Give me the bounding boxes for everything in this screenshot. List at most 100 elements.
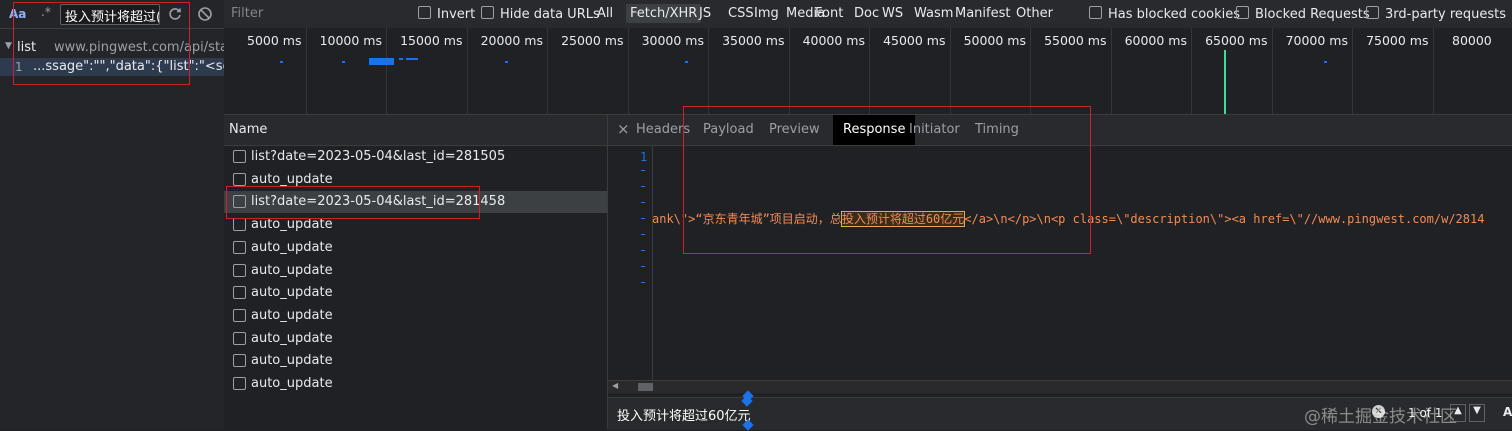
close-detail-icon[interactable]: ×: [617, 120, 630, 138]
request-type-icon: [233, 354, 246, 368]
filter-type-all[interactable]: All: [597, 6, 613, 21]
request-name: auto_update: [251, 307, 333, 323]
blocked-requests-checkbox[interactable]: Blocked Requests: [1236, 6, 1370, 22]
overview-tick-label: 35000 ms: [722, 33, 785, 48]
find-input[interactable]: 投入预计将超过60亿元: [617, 405, 751, 424]
overview-tick-label: 75000 ms: [1366, 33, 1429, 48]
highlight-annotation: [13, 2, 190, 85]
folded-line-marker: [641, 218, 645, 219]
request-type-icon: [233, 263, 246, 277]
filter-type-wasm[interactable]: Wasm: [914, 6, 953, 21]
request-row[interactable]: auto_update: [224, 373, 607, 395]
filter-type-doc[interactable]: Doc: [854, 6, 879, 21]
folded-line-marker: [641, 234, 645, 235]
request-name: auto_update: [251, 330, 333, 346]
request-type-icon: [233, 308, 246, 322]
overview-bar: [280, 61, 283, 63]
highlight-annotation: [683, 106, 1091, 254]
filter-type-ws[interactable]: WS: [882, 6, 903, 21]
overview-tick-label: 5000 ms: [247, 33, 302, 48]
scroll-left-arrow-icon[interactable]: ◀: [612, 381, 618, 390]
request-name: auto_update: [251, 239, 333, 255]
folded-line-marker: [641, 202, 645, 203]
overview-tick-label: 55000 ms: [1044, 33, 1107, 48]
overview-bar: [505, 61, 508, 63]
overview-bar: [406, 58, 418, 60]
overview-bar: [399, 58, 403, 60]
request-list: Name list?date=2023-05-04&last_id=281505…: [224, 115, 608, 429]
request-type-icon: [233, 150, 246, 163]
overview-tick-label: 25000 ms: [561, 33, 624, 48]
next-match-icon[interactable]: ▼: [1469, 404, 1485, 422]
overview-bar: [369, 58, 394, 65]
filter-type-js[interactable]: JS: [699, 6, 711, 21]
watermark: @稀土掘金技术社区: [1304, 407, 1457, 427]
overview-bar: [685, 61, 688, 63]
case-sensitive-icon[interactable]: A: [1503, 405, 1512, 419]
overview-gridline: [1432, 28, 1434, 114]
request-type-icon: [233, 240, 246, 254]
request-type-icon: [233, 172, 246, 186]
request-name: auto_update: [251, 353, 333, 369]
has-blocked-cookies-checkbox[interactable]: Has blocked cookies: [1089, 6, 1240, 22]
filter-type-css[interactable]: CSS: [728, 6, 754, 21]
request-row[interactable]: auto_update: [224, 260, 607, 282]
folded-line-marker: [641, 170, 645, 171]
request-row[interactable]: auto_update: [224, 282, 607, 304]
filter-type-manifest[interactable]: Manifest: [955, 6, 1010, 21]
filter-placeholder: Filter: [231, 6, 264, 21]
filter-type-fetch-xhr[interactable]: Fetch/XHR: [626, 4, 702, 23]
request-type-icon: [233, 331, 246, 345]
network-overview[interactable]: 5000 ms 10000 ms 15000 ms 20000 ms 25000 ms 3…: [224, 28, 1512, 115]
overview-tick-label: 60000 ms: [1124, 33, 1187, 48]
filter-input[interactable]: Filter: [226, 4, 406, 24]
request-row[interactable]: auto_update: [224, 305, 607, 327]
folded-line-marker: [641, 186, 645, 187]
filter-type-other[interactable]: Other: [1016, 6, 1053, 21]
search-panel: Aa .* 投入预计将超过( ▼ list www.pingwest.com/a…: [0, 0, 259, 429]
overview-tick-label: 40000 ms: [802, 33, 865, 48]
overview-tick-label: 70000 ms: [1285, 33, 1348, 48]
request-row[interactable]: auto_update: [224, 350, 607, 372]
overview-bar: [342, 61, 345, 63]
clear-search-icon[interactable]: [197, 6, 213, 22]
overview-bar: [1324, 61, 1327, 63]
hide-data-urls-checkbox[interactable]: Hide data URLs: [481, 6, 600, 22]
tab-headers[interactable]: Headers: [636, 122, 690, 137]
third-party-requests-checkbox[interactable]: 3rd-party requests: [1366, 6, 1506, 22]
request-row[interactable]: auto_update: [224, 237, 607, 259]
folded-line-marker: [641, 282, 645, 283]
line-gutter: 1: [608, 146, 653, 380]
filter-toolbar: Filter Invert Hide data URLs All Fetch/XH…: [224, 0, 1512, 29]
request-name: auto_update: [251, 285, 333, 301]
overview-tick-label: 45000 ms: [883, 33, 946, 48]
overview-tick-label: 15000 ms: [400, 33, 463, 48]
folded-line-marker: [641, 250, 645, 251]
request-type-icon: [233, 286, 246, 300]
request-name: auto_update: [251, 217, 333, 233]
request-type-icon: [233, 377, 246, 390]
request-row[interactable]: list?date=2023-05-04&last_id=281505: [224, 146, 607, 168]
overview-tick-label: 10000 ms: [319, 33, 382, 48]
scrollbar-thumb[interactable]: [638, 383, 653, 391]
request-row[interactable]: auto_update: [224, 328, 607, 350]
horizontal-scrollbar[interactable]: ◀: [608, 380, 1512, 393]
request-type-icon: [233, 218, 246, 232]
overview-tick-label: 80000: [1452, 33, 1492, 48]
filter-type-font[interactable]: Font: [815, 6, 843, 21]
overview-tick-label: 65000 ms: [1205, 33, 1268, 48]
invert-checkbox[interactable]: Invert: [418, 6, 475, 22]
folded-line-marker: [641, 266, 645, 267]
filter-type-img[interactable]: Img: [754, 6, 779, 21]
line-number: 1: [640, 150, 648, 164]
request-name: auto_update: [251, 376, 333, 391]
name-column-title: Name: [229, 122, 268, 137]
expand-triangle-icon: ▼: [5, 41, 12, 51]
overview-tick-label: 30000 ms: [641, 33, 704, 48]
request-name: auto_update: [251, 171, 333, 187]
overview-tick-label: 50000 ms: [963, 33, 1026, 48]
name-column-header[interactable]: Name: [224, 115, 607, 146]
request-name: list?date=2023-05-04&last_id=281505: [251, 149, 506, 164]
request-name: auto_update: [251, 262, 333, 278]
dom-content-loaded-marker: [1224, 50, 1226, 114]
